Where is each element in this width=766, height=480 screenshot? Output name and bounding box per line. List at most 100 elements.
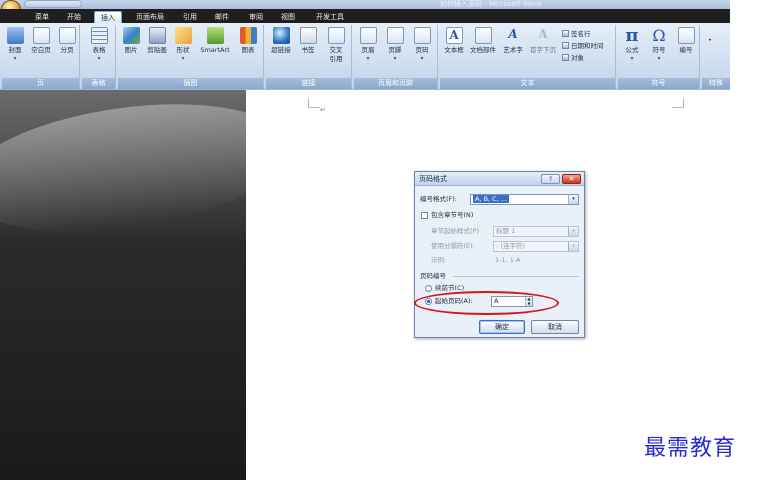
shapes-icon [174, 27, 192, 44]
separator-select[interactable]: - (连字符) ▾ [493, 241, 579, 252]
cover-page-button[interactable]: 封面 ▾ [4, 27, 26, 62]
group-label-special: 特殊 [702, 78, 730, 89]
window-title: 如何插入页码 - Microsoft Word [440, 0, 542, 8]
text-box-button[interactable]: A 文本框 [442, 27, 466, 55]
header-button[interactable]: 页眉 ▾ [356, 27, 380, 62]
clip-art-icon [148, 27, 166, 44]
quick-parts-icon [474, 27, 492, 44]
chart-button[interactable]: 图表 [236, 27, 260, 55]
object-icon [562, 54, 569, 61]
drop-cap-button[interactable]: A 首字下沉 [528, 27, 558, 55]
chapter-style-select[interactable]: 标题 1 ▾ [493, 226, 579, 237]
ribbon-tab-bar: 菜单 开始 插入 页面布局 引用 邮件 审阅 视图 开发工具 [0, 9, 730, 23]
signature-line-button[interactable]: 签名行 [562, 29, 591, 39]
page-number-button[interactable]: 页码 ▾ [410, 27, 434, 62]
ribbon-group-illustrations: 图片 剪贴画 形状 ▾ SmartArt 图表 插图 [118, 25, 264, 89]
chevron-down-icon: ▾ [568, 242, 578, 251]
text-box-icon: A [445, 27, 463, 44]
help-button[interactable]: ? [541, 174, 560, 184]
shapes-button[interactable]: 形状 ▾ [172, 27, 194, 62]
table-icon [90, 27, 108, 44]
bookmark-icon [299, 27, 317, 44]
picture-icon [122, 27, 140, 44]
blank-page-button[interactable]: 空白页 [29, 27, 53, 55]
special-symbol-bullet[interactable]: • [708, 35, 712, 45]
dialog-title: 页码格式 [419, 175, 447, 183]
date-time-icon [562, 42, 569, 49]
tab-review[interactable]: 审阅 [244, 11, 268, 23]
header-icon [359, 27, 377, 44]
date-time-button[interactable]: 日期和时间 [562, 41, 604, 51]
ribbon: 封面 ▾ 空白页 分页 页 表格 ▾ 表格 图片 剪贴画 形状 ▾ SmartA… [0, 23, 730, 90]
chevron-down-icon: ▾ [568, 227, 578, 236]
paragraph-mark: ↵ [320, 106, 326, 114]
close-button[interactable]: ✕ [562, 174, 581, 184]
numbering-button[interactable]: 编号 [674, 27, 698, 55]
clip-art-button[interactable]: 剪贴画 [145, 27, 169, 55]
example-label: 示例: [431, 256, 447, 264]
footer-button[interactable]: 页脚 ▾ [383, 27, 407, 62]
equation-button[interactable]: π 公式 ▾ [620, 25, 644, 63]
ok-button[interactable]: 确定 [479, 320, 525, 334]
chapter-style-label: 章节起始样式(P) [431, 227, 479, 235]
symbol-button[interactable]: Ω 符号 ▾ [647, 27, 671, 62]
footer-icon [386, 27, 404, 44]
number-format-label: 编号格式(F): [420, 195, 458, 203]
group-label-tables: 表格 [82, 78, 115, 89]
section-divider [453, 276, 579, 277]
separator-label: 使用分隔符(E): [431, 242, 475, 250]
tab-view[interactable]: 视图 [276, 11, 300, 23]
tab-menu[interactable]: 菜单 [30, 11, 54, 23]
hyperlink-globe-icon [272, 27, 290, 44]
page-break-button[interactable]: 分页 [56, 27, 78, 55]
wordart-icon: A [508, 27, 518, 41]
picture-button[interactable]: 图片 [120, 27, 142, 55]
background-sheen [0, 85, 297, 251]
cover-page-icon [6, 27, 24, 44]
chevron-down-icon: ▾ [568, 195, 578, 204]
group-label-links: 链接 [266, 78, 351, 89]
ribbon-group-symbols: π 公式 ▾ Ω 符号 ▾ 编号 符号 [618, 25, 700, 89]
dialog-title-bar[interactable]: 页码格式 ? ✕ [415, 172, 584, 186]
number-format-select[interactable]: A, B, C, ... ▾ [470, 194, 579, 205]
tab-references[interactable]: 引用 [178, 11, 202, 23]
page-numbering-section-label: 页码编号 [420, 272, 446, 280]
wordart-button[interactable]: A 艺术字 [500, 27, 526, 55]
signature-line-icon [562, 30, 569, 37]
quick-access-toolbar[interactable] [24, 0, 82, 8]
ribbon-group-tables: 表格 ▾ 表格 [82, 25, 116, 89]
page-break-icon [58, 27, 76, 44]
pi-icon: π [625, 25, 639, 46]
group-label-header-footer: 页眉和页脚 [354, 78, 437, 89]
document-workspace: ↵ [0, 85, 766, 480]
ribbon-group-special: • 特殊 [702, 25, 730, 89]
cancel-button[interactable]: 取消 [531, 320, 579, 334]
object-button[interactable]: 对象 [562, 53, 584, 63]
smartart-icon [206, 27, 224, 44]
ribbon-group-text: A 文本框 文档部件 A 艺术字 A 首字下沉 签名行 日期和时间 对象 文本 [440, 25, 616, 89]
tab-developer[interactable]: 开发工具 [310, 11, 350, 23]
group-label-pages: 页 [2, 78, 79, 89]
example-value: 1-1, 1-A [495, 256, 521, 264]
table-button[interactable]: 表格 ▾ [88, 27, 110, 62]
title-bar: 如何插入页码 - Microsoft Word [0, 0, 730, 18]
group-label-text: 文本 [440, 78, 615, 89]
highlight-ellipse [414, 291, 559, 315]
ribbon-group-pages: 封面 ▾ 空白页 分页 页 [2, 25, 80, 89]
continue-from-previous-radio[interactable] [425, 285, 432, 292]
include-chapter-label: 包含章节号(N) [431, 211, 474, 219]
chart-icon [239, 27, 257, 44]
include-chapter-checkbox[interactable] [421, 212, 428, 219]
quick-parts-button[interactable]: 文档部件 [468, 27, 498, 55]
tab-home[interactable]: 开始 [62, 11, 86, 23]
page-corner-mark [308, 98, 320, 108]
bookmark-button[interactable]: 书签 [297, 27, 319, 55]
page-number-icon [413, 27, 431, 44]
tab-page-layout[interactable]: 页面布局 [132, 11, 168, 23]
hyperlink-button[interactable]: 超链接 [268, 27, 294, 55]
ribbon-group-header-footer: 页眉 ▾ 页脚 ▾ 页码 ▾ 页眉和页脚 [354, 25, 438, 89]
cross-reference-button[interactable]: 交叉引用 [323, 27, 349, 64]
tab-insert[interactable]: 插入 [94, 11, 122, 23]
tab-mailings[interactable]: 邮件 [210, 11, 234, 23]
smartart-button[interactable]: SmartArt [198, 27, 232, 55]
